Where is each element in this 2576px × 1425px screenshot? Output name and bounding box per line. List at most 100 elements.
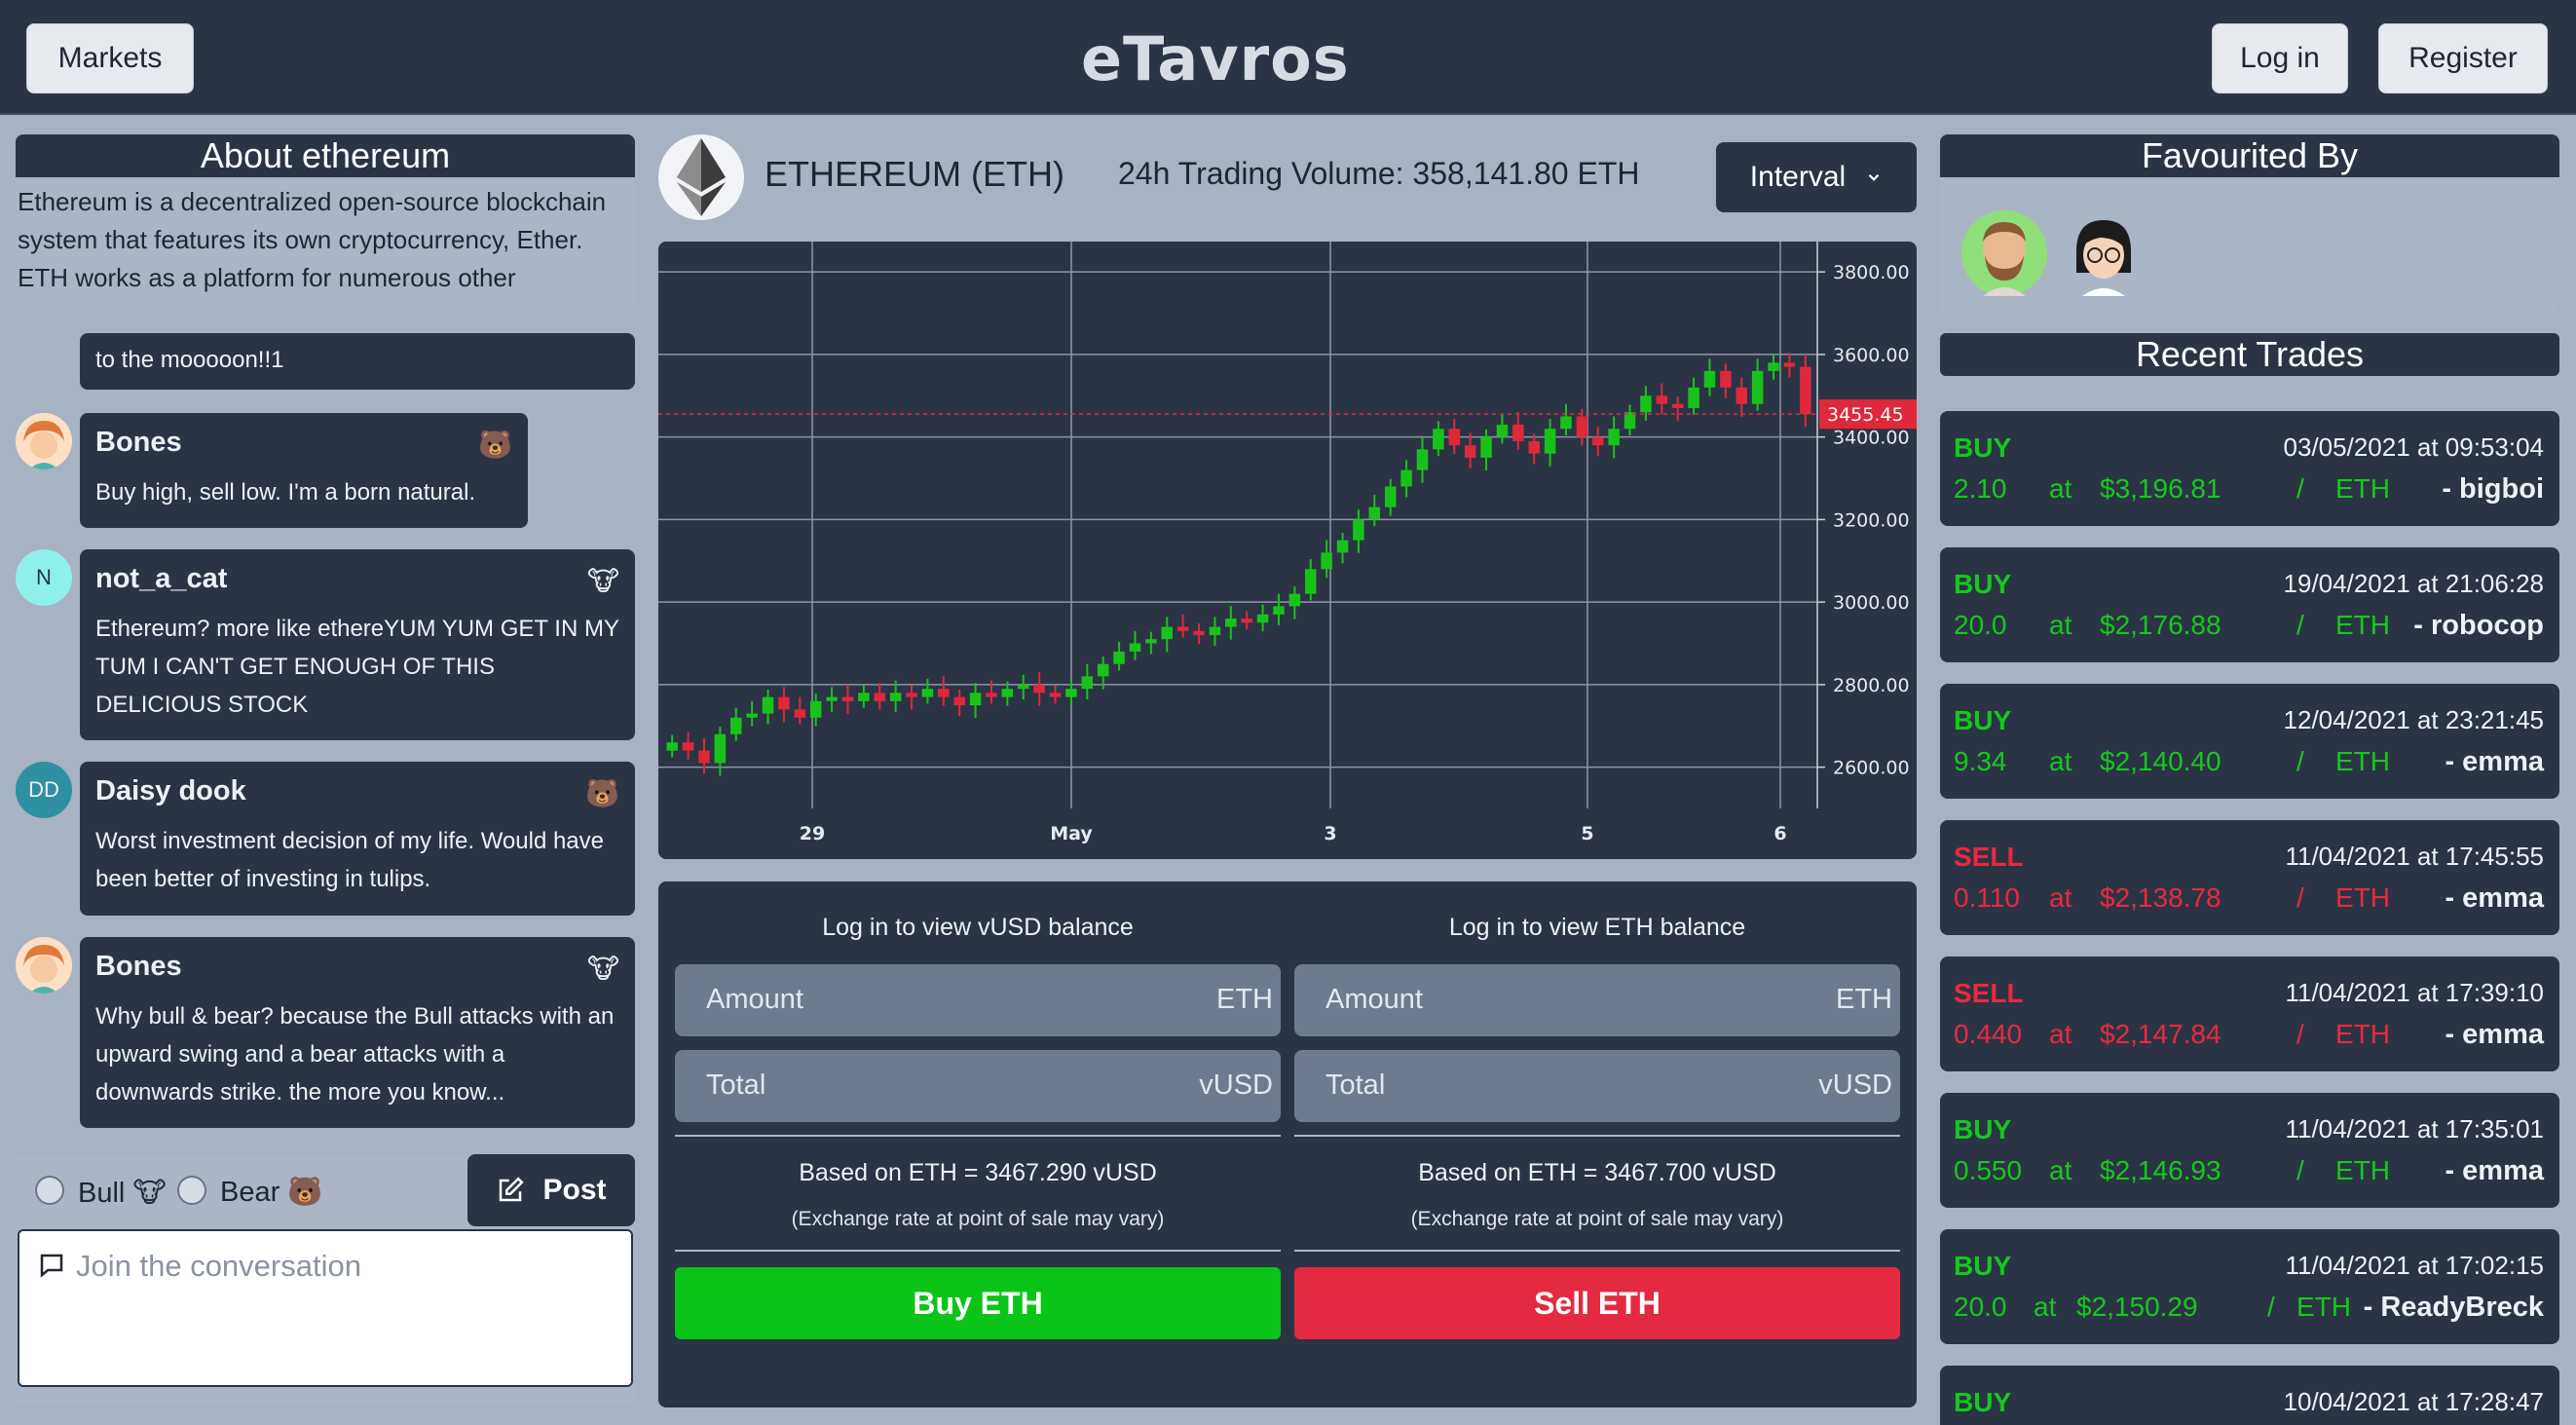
buy-total-unit: vUSD: [1199, 1069, 1273, 1101]
candle-body: [1097, 663, 1109, 677]
y-tick-label: 2600.00: [1833, 758, 1910, 779]
recent-trades-list[interactable]: BUY 03/05/2021 at 09:53:04 2.10 at $3,196.81…: [1940, 411, 2559, 1425]
sell-total-field[interactable]: Total vUSD: [1294, 1050, 1900, 1122]
register-button[interactable]: Register: [2378, 23, 2548, 94]
cow-icon: 🐮: [586, 566, 619, 596]
bear-radio-label[interactable]: Bear 🐻: [220, 1176, 322, 1209]
avatar-initials: DD: [28, 777, 59, 802]
avatar[interactable]: [2061, 210, 2147, 296]
sell-total-unit: vUSD: [1818, 1069, 1892, 1101]
about-panel: About ethereum Ethereum is a decentraliz…: [16, 134, 635, 312]
chat-author: Bones: [95, 951, 182, 982]
trade-date: 11/04/2021 at 17:39:10: [2285, 978, 2544, 1007]
avatar[interactable]: [1961, 210, 2047, 296]
candle-body: [1688, 387, 1699, 409]
trade-slash: /: [2267, 1292, 2275, 1322]
sell-amount-placeholder: Amount: [1325, 984, 1423, 1015]
buy-rate-note: (Exchange rate at point of sale may vary…: [791, 1208, 1165, 1230]
trade-item: BUY 10/04/2021 at 17:28:47: [1940, 1366, 2559, 1425]
trade-side: BUY: [1954, 705, 2012, 735]
candle-body: [714, 733, 727, 764]
candlestick-chart[interactable]: 2600.00 2800.00 3000.00 3200.00 3400.00 3600.…: [658, 242, 1917, 859]
trade-user: - robocop: [2413, 610, 2544, 641]
candle-body: [1736, 387, 1747, 404]
favourited-title: Favourited By: [1940, 134, 2559, 177]
trade-unit: ETH: [2335, 1155, 2390, 1185]
candle-body: [1464, 445, 1476, 458]
trade-price: $2,146.93: [2100, 1155, 2221, 1185]
trade-unit: ETH: [2335, 610, 2390, 640]
chat-feed[interactable]: to the mooooon!!1 Bones 🐻 Buy high, sell…: [16, 329, 635, 1130]
trade-item: SELL 11/04/2021 at 17:45:55 0.110 at $2,138.…: [1940, 820, 2559, 935]
trade-date: 11/04/2021 at 17:02:15: [2285, 1251, 2544, 1280]
candle-body: [698, 750, 710, 764]
interval-label: Interval: [1749, 161, 1847, 193]
price-chart[interactable]: 2600.00 2800.00 3000.00 3200.00 3400.00 3600.…: [658, 242, 1917, 859]
bull-radio[interactable]: [35, 1176, 64, 1205]
last-price-label: 3455.45: [1827, 404, 1904, 426]
bull-radio-label[interactable]: Bull 🐮: [78, 1176, 167, 1210]
interval-dropdown[interactable]: Interval: [1716, 142, 1917, 212]
candle-body: [1225, 619, 1237, 627]
sell-amount-field[interactable]: Amount ETH: [1294, 964, 1900, 1036]
avatar: [16, 937, 72, 994]
buy-rate: Based on ETH = 3467.290 vUSD: [799, 1159, 1157, 1186]
candle-body: [969, 693, 982, 706]
trade-user: - emma: [2445, 1019, 2544, 1050]
candle-body: [1018, 684, 1029, 690]
y-tick-label: 3600.00: [1833, 345, 1910, 366]
candle-body: [1703, 370, 1716, 388]
trade-at: at: [2049, 1019, 2072, 1049]
candle-body: [1671, 403, 1684, 409]
candle-body: [1288, 593, 1301, 607]
candle-body: [1305, 569, 1317, 594]
y-tick-label: 3800.00: [1833, 262, 1910, 283]
candle-body: [906, 693, 917, 697]
trade-price: $2,138.78: [2100, 882, 2221, 913]
sell-balance-text: Log in to view ETH balance: [1448, 914, 1746, 941]
candle-body: [1033, 684, 1045, 694]
chat-message: Bones 🐻 Buy high, sell low. I'm a born n…: [80, 413, 528, 528]
trade-price: $2,140.40: [2100, 746, 2221, 776]
trade-side: SELL: [1954, 978, 2024, 1008]
buy-total-field[interactable]: Total vUSD: [675, 1050, 1281, 1122]
sell-eth-button[interactable]: Sell ETH: [1294, 1267, 1900, 1339]
top-navbar: Markets eTavros Log in Register: [0, 0, 2576, 115]
candle-body: [841, 696, 854, 701]
trade-unit: ETH: [2296, 1292, 2351, 1322]
post-button[interactable]: Post: [467, 1154, 635, 1226]
trade-quantity: 0.550: [1954, 1155, 2023, 1185]
y-tick-label: 3000.00: [1833, 592, 1910, 614]
candle-body: [1783, 362, 1796, 367]
candle-body: [986, 693, 997, 697]
candle-body: [938, 689, 950, 697]
trade-user: - ReadyBreck: [2363, 1292, 2544, 1323]
divider: [1294, 1250, 1900, 1252]
trade-quantity: 2.10: [1954, 473, 2007, 504]
conversation-input[interactable]: Join the conversation: [18, 1229, 633, 1387]
trade-slash: /: [2296, 610, 2304, 640]
bear-radio[interactable]: [177, 1176, 206, 1205]
y-tick-label: 3200.00: [1833, 509, 1910, 531]
candle-body: [1433, 429, 1444, 450]
conversation-placeholder: Join the conversation: [76, 1249, 361, 1283]
candle-body: [1065, 689, 1077, 697]
brand-logo[interactable]: eTavros: [1081, 23, 1349, 94]
chat-message: to the mooooon!!1: [80, 333, 635, 390]
login-button[interactable]: Log in: [2212, 23, 2348, 94]
buy-eth-button[interactable]: Buy ETH: [675, 1267, 1281, 1339]
candle-body: [1001, 689, 1014, 697]
about-title: About ethereum: [16, 134, 635, 177]
buy-amount-field[interactable]: Amount ETH: [675, 964, 1281, 1036]
candle-body: [746, 713, 758, 718]
trade-date: 03/05/2021 at 09:53:04: [2283, 432, 2544, 462]
candle-body: [1608, 429, 1620, 446]
trade-at: at: [2049, 1155, 2072, 1185]
trade-unit: ETH: [2335, 473, 2390, 504]
candle-body: [1081, 676, 1094, 690]
markets-button[interactable]: Markets: [26, 23, 194, 94]
candle-body: [1129, 643, 1141, 652]
candle-body: [1161, 626, 1173, 640]
trade-quantity: 20.0: [1954, 1292, 2007, 1322]
buy-balance-text: Log in to view vUSD balance: [822, 914, 1134, 941]
